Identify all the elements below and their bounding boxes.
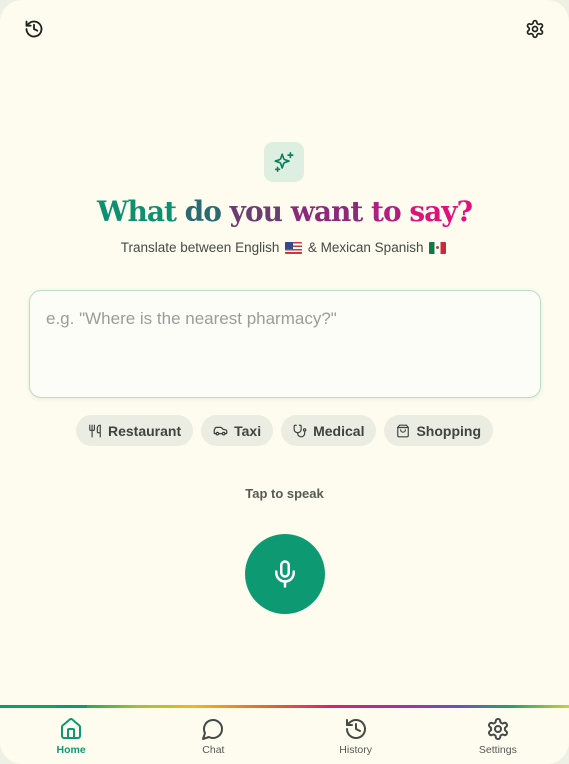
chip-label: Shopping <box>416 422 482 439</box>
title-word: want <box>290 195 364 228</box>
stethoscope-icon <box>293 424 307 437</box>
nav-label: Home <box>56 744 86 756</box>
title-word: do <box>184 195 222 228</box>
active-indicator <box>55 705 88 708</box>
page-title: What do you want to say? <box>0 193 569 231</box>
chip-label: Medical <box>313 422 365 439</box>
shopping-bag-icon <box>397 424 410 437</box>
chat-bubble-icon <box>202 719 224 740</box>
utensils-icon <box>89 424 101 437</box>
chip-medical[interactable]: Medical <box>281 415 377 446</box>
phrase-input[interactable] <box>30 291 540 397</box>
phrase-input-container <box>29 290 541 398</box>
settings-button[interactable] <box>523 17 547 41</box>
subtitle-suffix: Mexican Spanish <box>320 240 424 255</box>
history-icon <box>345 719 366 739</box>
microphone-button[interactable] <box>245 534 325 614</box>
history-icon <box>25 20 43 38</box>
us-flag-icon <box>285 242 303 254</box>
page-subtitle: Translate between English & Mexican Span… <box>0 240 569 255</box>
home-icon <box>61 718 82 739</box>
title-word: you <box>229 195 283 228</box>
sparkles-badge <box>264 142 304 182</box>
chip-label: Restaurant <box>107 422 182 439</box>
chip-taxi[interactable]: Taxi <box>201 415 274 446</box>
gear-icon <box>487 718 508 740</box>
history-button[interactable] <box>22 17 46 41</box>
chip-restaurant[interactable]: Restaurant <box>75 415 194 446</box>
nav-item-chat[interactable]: Chat <box>142 708 284 764</box>
nav-label: Settings <box>478 744 517 756</box>
subtitle-join: & <box>307 240 317 255</box>
bottom-nav: Home Chat History Settings <box>0 705 569 764</box>
chip-label: Taxi <box>234 422 262 439</box>
app-screen: What do you want to say? Translate betwe… <box>0 0 569 764</box>
car-icon <box>213 426 228 436</box>
title-word: to <box>371 195 402 228</box>
nav-item-settings[interactable]: Settings <box>427 708 569 764</box>
microphone-icon <box>275 560 295 588</box>
title-word: say? <box>409 195 473 228</box>
tap-to-speak-label: Tap to speak <box>245 486 324 501</box>
nav-item-home[interactable]: Home <box>0 705 142 764</box>
nav-label: Chat <box>202 744 225 756</box>
nav-item-history[interactable]: History <box>285 708 427 764</box>
gear-icon <box>526 19 544 39</box>
nav-label: History <box>339 744 372 756</box>
quick-phrase-chips: Restaurant Taxi Medical Shopping <box>0 415 569 446</box>
mexico-flag-icon <box>429 242 447 254</box>
subtitle-prefix: Translate between English <box>120 240 280 255</box>
chip-shopping[interactable]: Shopping <box>384 415 494 446</box>
title-word: What <box>97 195 177 228</box>
sparkles-icon <box>274 152 294 172</box>
